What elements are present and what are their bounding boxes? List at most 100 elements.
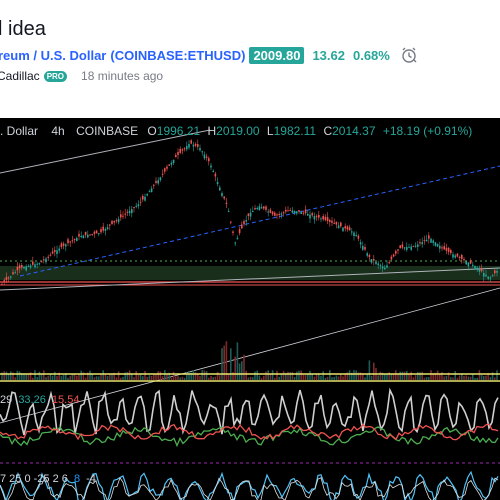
candle-body <box>1 284 3 286</box>
author-name[interactable]: Cadillac <box>0 69 40 83</box>
candle-body <box>122 215 124 217</box>
candle-body <box>364 247 366 250</box>
candle-body <box>406 247 408 250</box>
legend-symbol: . Dollar <box>0 124 39 138</box>
volume-bar <box>34 370 36 380</box>
candle-body <box>467 262 470 267</box>
candle-body <box>430 238 432 243</box>
candle-body <box>390 256 393 260</box>
candle-body <box>80 235 82 238</box>
candle-body <box>164 168 166 172</box>
volume-bar <box>252 377 254 380</box>
candle-body <box>150 188 153 193</box>
volume-bar <box>322 371 324 380</box>
volume-bar <box>157 371 159 380</box>
volume-bar <box>366 374 368 380</box>
candle-body <box>106 227 109 230</box>
symbol-name-link[interactable]: reum / U.S. Dollar <box>0 48 106 63</box>
candle-body <box>56 250 58 254</box>
candle-body <box>102 226 104 231</box>
volume-bar <box>93 377 96 380</box>
volume-bar <box>60 376 63 380</box>
candle-body <box>278 214 280 216</box>
candle-body <box>439 245 441 249</box>
alarm-clock-icon[interactable] <box>400 46 418 64</box>
candle-body <box>179 149 181 153</box>
volume-bar <box>496 370 498 380</box>
volume-bar <box>117 371 120 380</box>
volume-bar <box>69 375 71 380</box>
volume-bar <box>80 370 82 380</box>
volume-bar <box>478 370 481 380</box>
candle-body <box>267 211 269 213</box>
candle-body <box>192 144 195 147</box>
volume-bar <box>175 376 177 380</box>
candle-body <box>89 234 91 236</box>
candle-body <box>84 231 87 236</box>
price-chart[interactable]: . Dollar 4h COINBASE O1996.21 H2019.00 L… <box>0 118 500 500</box>
candle-body <box>421 242 423 245</box>
candle-body <box>252 211 254 213</box>
candle-body <box>412 246 415 248</box>
candle-body <box>7 277 10 279</box>
candle-body <box>263 206 265 209</box>
trendline-blue-dashed <box>19 165 500 277</box>
legend-low: 1982.11 <box>273 124 317 138</box>
candle-body <box>254 207 256 210</box>
candle-body <box>113 220 115 223</box>
candle-body <box>489 277 492 279</box>
volume-bar <box>296 371 298 380</box>
candle-body <box>205 156 208 158</box>
candle-body <box>117 219 120 223</box>
volume-bar <box>403 371 406 380</box>
volume-bar <box>45 377 47 380</box>
candle-body <box>216 182 219 185</box>
candle-body <box>155 180 157 183</box>
legend-high-label: H <box>207 124 217 138</box>
volume-bar <box>144 370 146 380</box>
volume-bar <box>282 370 285 380</box>
volume-bar <box>219 375 221 380</box>
candle-body <box>353 232 355 237</box>
volume-bar <box>271 370 274 380</box>
candle-body <box>71 240 74 242</box>
candle-body <box>395 250 397 254</box>
candle-body <box>51 251 54 254</box>
volume-bar <box>205 371 208 380</box>
candle-body <box>142 195 144 200</box>
chart-canvas[interactable] <box>0 118 500 500</box>
candle-body <box>315 216 318 218</box>
candle-body <box>161 173 164 175</box>
candle-body <box>476 267 478 269</box>
candle-body <box>403 247 406 249</box>
volume-bar <box>458 375 461 380</box>
candle-body <box>425 239 428 242</box>
candle-body <box>241 224 243 229</box>
volume-bar <box>62 375 65 380</box>
candle-body <box>333 222 335 224</box>
volume-bar <box>249 376 252 380</box>
volume-bar <box>302 374 305 380</box>
volume-bar <box>188 370 190 380</box>
volume-bar <box>392 374 395 380</box>
volume-bar <box>223 345 225 380</box>
candle-body <box>379 264 382 266</box>
candle-body <box>289 210 291 212</box>
volume-bar <box>454 371 456 380</box>
volume-bar <box>201 370 203 380</box>
volume-bar <box>18 371 21 380</box>
candle-body <box>366 253 368 256</box>
candle-body <box>265 206 267 210</box>
volume-bar <box>324 377 327 380</box>
volume-bar <box>353 370 355 380</box>
candle-body <box>236 237 239 240</box>
candle-body <box>227 211 230 212</box>
candle-body <box>384 267 386 270</box>
candle-body <box>465 261 467 265</box>
symbol-code-link[interactable]: (COINBASE:ETHUSD) <box>110 48 245 63</box>
candle-body <box>362 246 364 250</box>
price-change: 13.62 <box>312 47 345 63</box>
candle-body <box>274 212 276 216</box>
candle-body <box>73 238 76 240</box>
volume-bar <box>227 374 230 380</box>
